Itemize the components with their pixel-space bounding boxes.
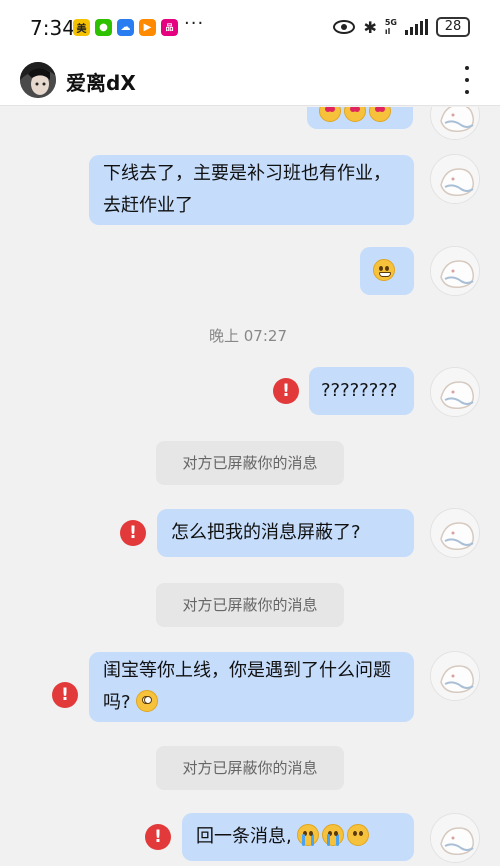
message-text: 下线去了，主要是补习班也有作业，去赶作业了 [103,163,391,216]
signal-icon [405,19,428,35]
network-type: 5G ıl [384,18,397,36]
cloud-icon: ☁ [117,19,134,36]
timestamp: 晚上 07:27 [209,327,287,345]
my-avatar[interactable] [430,651,480,701]
grinning-emoji-icon [373,259,395,281]
blocked-notice: 对方已屏蔽你的消息 [156,746,344,790]
chat-header: 爱离dX [0,54,500,106]
send-failed-icon[interactable]: ! [145,824,171,850]
heart-eyes-emoji-icon [344,107,366,122]
send-failed-icon[interactable]: ! [120,520,146,546]
video-icon: ▶ [139,19,156,36]
message-bubble[interactable]: ???????? [309,367,414,415]
message-text: 怎么把我的消息屏蔽了? [171,522,361,543]
my-avatar[interactable] [430,508,480,558]
send-failed-icon[interactable]: ! [52,682,78,708]
notification-icons: 美 ● ☁ ▶ 品 [73,19,178,36]
message-bubble[interactable]: 怎么把我的消息屏蔽了? [157,509,414,557]
contact-avatar[interactable] [20,62,56,98]
meituan-icon: 美 [73,19,90,36]
message-text: 回一条消息, [196,826,292,847]
battery-icon: 28 [436,17,470,37]
message-text: ???????? [321,380,398,401]
chat-messages: 下线去了，主要是补习班也有作业，去赶作业了 晚上 07:27 ! ???????… [0,107,500,866]
crying-emoji-icon [322,824,345,846]
more-options-icon[interactable] [462,66,472,94]
my-avatar[interactable] [430,107,480,140]
status-bar: 7:34 美 ● ☁ ▶ 品 ··· ✱ 5G ıl 28 [0,0,500,54]
my-avatar[interactable] [430,813,480,863]
message-bubble[interactable]: 闺宝等你上线，你是遇到了什么问题吗? [89,652,414,722]
send-failed-icon[interactable]: ! [273,378,299,404]
bluetooth-icon: ✱ [363,17,377,37]
message-bubble[interactable]: 下线去了，主要是补习班也有作业，去赶作业了 [89,155,414,225]
wechat-icon: ● [95,19,112,36]
status-time: 7:34 [30,16,75,40]
contact-name: 爱离dX [66,71,136,95]
vipshop-icon: 品 [161,19,178,36]
message-bubble[interactable]: 回一条消息, [182,813,414,861]
kiss-emoji-icon [319,107,341,122]
flushed-emoji-icon [136,690,159,712]
eye-icon [333,20,356,34]
heart-eyes-emoji-icon [369,107,391,122]
message-bubble-emoji[interactable] [360,247,414,295]
sad-emoji-icon [347,824,370,846]
my-avatar[interactable] [430,367,480,417]
message-bubble-emojis[interactable] [307,107,413,129]
status-right: ✱ 5G ıl 28 [333,17,470,37]
crying-emoji-icon [297,824,320,846]
my-avatar[interactable] [430,246,480,296]
blocked-notice: 对方已屏蔽你的消息 [156,441,344,485]
my-avatar[interactable] [430,154,480,204]
blocked-notice: 对方已屏蔽你的消息 [156,583,344,627]
more-notifications-icon: ··· [184,13,205,34]
